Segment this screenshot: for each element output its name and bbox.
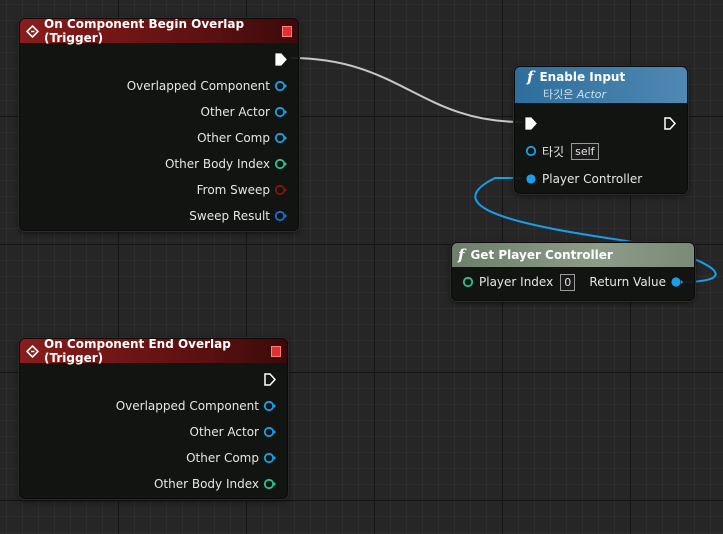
object-pin-icon[interactable]	[524, 172, 538, 186]
exec-output-pin[interactable]	[263, 369, 277, 389]
player-index-value[interactable]: 0	[560, 273, 576, 291]
pin-other-body-index[interactable]: Other Body Index	[161, 154, 288, 174]
node-title: On Component End Overlap (Trigger)	[44, 338, 231, 365]
event-diamond-icon	[26, 344, 39, 358]
node-subtitle: 타깃은 Actor	[543, 88, 607, 101]
end-overlap-event-node[interactable]: On Component End Overlap (Trigger) Overl…	[19, 338, 288, 499]
node-header[interactable]: On Component End Overlap (Trigger)	[20, 338, 287, 365]
pin-other-actor[interactable]: Other Actor	[197, 102, 288, 122]
event-diamond-icon	[26, 24, 39, 38]
pin-other-actor[interactable]: Other Actor	[186, 422, 277, 442]
exec-wire[interactable]	[290, 57, 523, 123]
pin-from-sweep[interactable]: From Sweep	[193, 180, 288, 200]
exec-pin-icon[interactable]	[263, 372, 277, 386]
object-pin-icon[interactable]	[274, 131, 288, 145]
object-pin-icon[interactable]	[263, 399, 277, 413]
exec-pin-icon[interactable]	[663, 116, 677, 130]
function-icon: f	[458, 246, 465, 264]
get-player-controller-node[interactable]: f Get Player Controller Player Index 0 R…	[451, 242, 695, 301]
node-title: Get Player Controller	[470, 248, 613, 262]
node-title: Enable Input	[539, 70, 626, 84]
object-pin-icon[interactable]	[274, 79, 288, 93]
pin-overlapped-component[interactable]: Overlapped Component	[123, 76, 288, 96]
exec-input-pin[interactable]	[524, 113, 538, 133]
output-delegate-pin[interactable]	[270, 345, 281, 357]
node-header[interactable]: f Enable Input 타깃은 Actor	[515, 67, 687, 103]
exec-output-pin[interactable]	[274, 49, 288, 69]
pin-other-comp[interactable]: Other Comp	[182, 448, 277, 468]
integer-pin-icon[interactable]	[461, 275, 475, 289]
object-pin-icon[interactable]	[263, 425, 277, 439]
exec-output-pin[interactable]	[663, 113, 677, 133]
pin-other-body-index[interactable]: Other Body Index	[150, 474, 277, 494]
node-title: On Component Begin Overlap (Trigger)	[44, 18, 245, 45]
enable-input-node[interactable]: f Enable Input 타깃은 Actor 타깃 self Player …	[514, 66, 688, 194]
boolean-pin-icon[interactable]	[274, 183, 288, 197]
target-default-value[interactable]: self	[571, 142, 599, 160]
integer-pin-icon[interactable]	[274, 157, 288, 171]
begin-overlap-event-node[interactable]: On Component Begin Overlap (Trigger) Ove…	[19, 18, 299, 231]
object-pin-icon[interactable]	[670, 275, 684, 289]
object-pin-icon[interactable]	[524, 144, 538, 158]
pin-target[interactable]: 타깃 self	[524, 141, 599, 161]
exec-pin-icon[interactable]	[274, 52, 288, 66]
exec-pin-icon[interactable]	[524, 116, 538, 130]
node-header[interactable]: On Component Begin Overlap (Trigger)	[20, 18, 298, 45]
pin-player-controller[interactable]: Player Controller	[524, 169, 646, 189]
struct-pin-icon[interactable]	[274, 209, 288, 223]
pin-return-value[interactable]: Return Value	[585, 272, 684, 292]
pin-overlapped-component[interactable]: Overlapped Component	[112, 396, 277, 416]
function-icon: f	[527, 68, 534, 86]
pin-player-index[interactable]: Player Index 0	[461, 272, 576, 292]
node-header[interactable]: f Get Player Controller	[452, 243, 694, 267]
object-pin-icon[interactable]	[263, 451, 277, 465]
pin-sweep-result[interactable]: Sweep Result	[185, 206, 288, 226]
output-delegate-pin[interactable]	[281, 25, 292, 37]
pin-other-comp[interactable]: Other Comp	[193, 128, 288, 148]
integer-pin-icon[interactable]	[263, 477, 277, 491]
object-pin-icon[interactable]	[274, 105, 288, 119]
